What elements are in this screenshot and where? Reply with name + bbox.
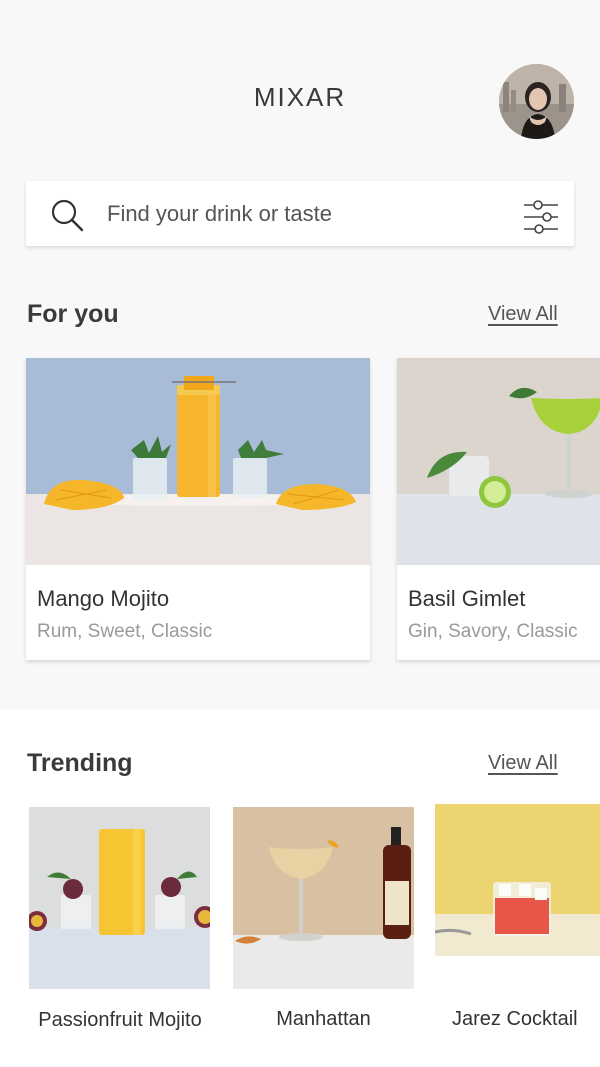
jarez-cocktail-photo[interactable] <box>435 804 600 956</box>
search-input[interactable] <box>107 199 487 229</box>
drink-tags: Rum, Sweet, Classic <box>37 621 213 642</box>
search-icon[interactable] <box>50 198 84 232</box>
drink-name: Basil Gimlet <box>408 586 526 611</box>
drink-card-mango-mojito[interactable]: Mango Mojito Rum, Sweet, Classic <box>26 358 370 660</box>
drink-tags: Gin, Savory, Classic <box>408 621 578 642</box>
trending-title: Trending <box>27 749 133 777</box>
sliders-icon[interactable] <box>522 199 560 235</box>
trending-item-name: Manhattan <box>276 1008 371 1030</box>
trending-item-name: Jarez Cocktail <box>452 1008 578 1030</box>
header: MIXAR <box>0 0 600 170</box>
manhattan-photo[interactable] <box>233 807 414 989</box>
for-you-title: For you <box>27 300 119 328</box>
profile-avatar[interactable] <box>499 64 574 139</box>
trending-view-all-link[interactable]: View All <box>488 752 558 775</box>
drink-name: Mango Mojito <box>37 586 170 611</box>
mango-mojito-photo <box>26 358 370 565</box>
drink-card-basil-gimlet[interactable]: Basil Gimlet Gin, Savory, Classic <box>397 358 600 660</box>
trending-item-name: Passionfruit Mojito <box>38 1009 202 1031</box>
passionfruit-mojito-photo[interactable] <box>29 807 210 989</box>
for-you-view-all-link[interactable]: View All <box>488 303 558 326</box>
basil-gimlet-photo <box>397 358 600 565</box>
app-screen: MIXAR Find your drink or taste For you V… <box>0 0 600 1067</box>
